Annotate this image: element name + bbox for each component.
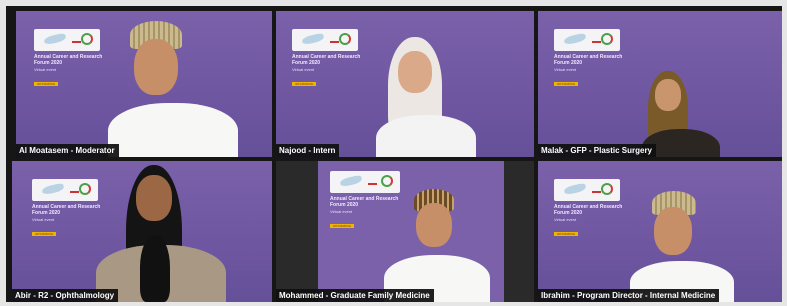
forum-slide: Annual Career and Research Forum 2020 Vi… (554, 179, 632, 240)
face (416, 203, 452, 247)
participant-video (630, 191, 754, 302)
forum-logo (554, 179, 620, 201)
face (398, 51, 432, 93)
slide-title: Annual Career and Research Forum 2020 (34, 54, 103, 66)
omsb-logo-icon (81, 33, 93, 45)
slide-subtitle: Virtual event (554, 217, 577, 222)
participant-name-label: Abir - R2 - Ophthalmology (12, 289, 119, 302)
face (655, 79, 681, 111)
oman-map-icon (301, 32, 325, 46)
participant-name-label: Al Moatasem - Moderator (16, 144, 119, 157)
forum-logo (32, 179, 98, 201)
participant-video (380, 189, 504, 302)
oman-map-icon (563, 182, 587, 196)
forum-logo (34, 29, 100, 51)
participant-tile-2[interactable]: Annual Career and Research Forum 2020 Vi… (276, 11, 534, 157)
participant-tile-3[interactable]: Annual Career and Research Forum 2020 Vi… (538, 11, 782, 157)
omsb-logo-icon (79, 183, 91, 195)
slide-subtitle: Virtual event (292, 67, 315, 72)
participant-tile-1[interactable]: Annual Career and Research Forum 2020 Vi… (16, 11, 272, 157)
participant-name-label: Mohammed - Graduate Family Medicine (276, 289, 434, 302)
face (654, 207, 692, 255)
participant-tile-5[interactable]: Annual Career and Research Forum 2020 Vi… (276, 161, 534, 302)
oman-map-icon (563, 32, 587, 46)
oman-map-icon (339, 174, 363, 188)
forum-logo (554, 29, 620, 51)
oman-map-icon (43, 32, 67, 46)
top (376, 115, 476, 157)
participant-tile-4[interactable]: Annual Career and Research Forum 2020 Vi… (12, 161, 272, 302)
face (134, 39, 178, 95)
participant-name-label: Najood - Intern (276, 144, 340, 157)
slide-badge: UPCOMING (34, 82, 59, 86)
slide-title: Annual Career and Research Forum 2020 (554, 204, 623, 216)
participant-name-label: Malak - GFP - Plastic Surgery (538, 144, 657, 157)
forum-logo (292, 29, 358, 51)
participant-video (96, 165, 236, 302)
slide-badge: UPCOMING (330, 224, 355, 228)
slide-subtitle: Virtual event (34, 67, 57, 72)
forum-slide: Annual Career and Research Forum 2020 Vi… (292, 29, 370, 90)
dishdasha (108, 103, 238, 157)
participant-tile-6[interactable]: Annual Career and Research Forum 2020 Vi… (538, 161, 782, 302)
omsb-logo-icon (381, 175, 393, 187)
slide-subtitle: Virtual event (554, 67, 577, 72)
participant-video (108, 21, 258, 157)
participant-name-label: Ibrahim - Program Director - Internal Me… (538, 289, 720, 302)
omsb-logo-icon (601, 183, 613, 195)
oman-map-icon (41, 182, 65, 196)
face (136, 175, 172, 221)
slide-badge: UPCOMING (554, 82, 579, 86)
slide-title: Annual Career and Research Forum 2020 (554, 54, 623, 66)
slide-badge: UPCOMING (32, 232, 57, 236)
forum-slide: Annual Career and Research Forum 2020 Vi… (554, 29, 632, 90)
forum-slide: Annual Career and Research Forum 2020 Vi… (34, 29, 112, 90)
slide-badge: UPCOMING (292, 82, 317, 86)
participant-video (376, 37, 496, 157)
slide-title: Annual Career and Research Forum 2020 (292, 54, 361, 66)
video-call-grid: Annual Career and Research Forum 2020 Vi… (6, 6, 782, 302)
omsb-logo-icon (601, 33, 613, 45)
omsb-logo-icon (339, 33, 351, 45)
slide-badge: UPCOMING (554, 232, 579, 236)
